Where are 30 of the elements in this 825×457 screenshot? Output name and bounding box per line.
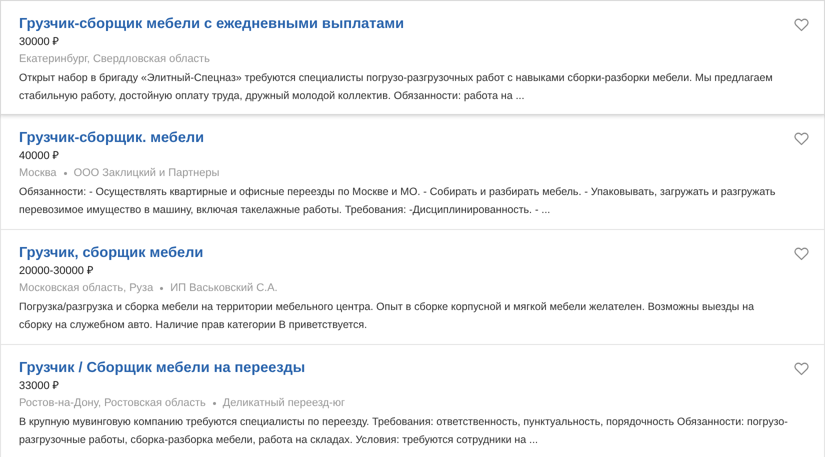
favorite-heart-icon[interactable] xyxy=(793,360,810,377)
company-text: ООО Заклицкий и Партнеры xyxy=(74,166,220,181)
location-text: Ростов-на-Дону, Ростовская область xyxy=(19,396,206,411)
vacancy-card[interactable] xyxy=(0,0,825,115)
vacancy-description: Обязанности: - Осуществлять квартирные и офисные переезды по Москве и МО. - Собирать и разбирать мебель. - Упаковывать, загружать и разгружать перевозимое имущество в машину, включая такелажные работы. Требования: -Дисциплинированность. - ... xyxy=(19,185,776,218)
separator-dot-icon xyxy=(64,172,67,175)
location-text: Московская область, Руза xyxy=(19,281,154,296)
vacancy-description: Погрузка/разгрузка и сборка мебели на территории мебельного центра. Опыт в сборке корпусной и мягкой мебели желателен. Возможны выезды на сборку на служебном авто. Наличие прав категории В приветствуется. xyxy=(19,300,755,333)
salary-text: 30000 ₽ xyxy=(19,35,60,50)
company-text: ИП Васьковский С.А. xyxy=(170,281,278,296)
vacancy-card[interactable] xyxy=(0,345,825,457)
vacancy-title[interactable]: Грузчик-сборщик. мебели xyxy=(19,128,204,148)
vacancy-title[interactable]: Грузчик-сборщик мебели с ежедневными выплатами xyxy=(19,14,404,34)
vacancy-title[interactable]: Грузчик / Сборщик мебели на переезды xyxy=(19,358,306,378)
separator-dot-icon xyxy=(212,402,216,405)
location-text: Москва xyxy=(19,166,57,181)
vacancy-description: В крупную мувинговую компанию требуются специалисты по переезду. Требования: ответственность, пунктуальность, порядочность Обязанности: погрузо-разгрузочные работы, сборка-разборка мебели, работа на складах. Условия: требуются сотрудники на ... xyxy=(19,415,789,448)
separator-dot-icon xyxy=(160,287,164,290)
vacancy-card[interactable] xyxy=(0,230,825,345)
vacancy-title[interactable]: Грузчик, сборщик мебели xyxy=(19,243,204,263)
favorite-heart-icon[interactable] xyxy=(793,130,810,147)
location-text: Екатеринбург, Свердловская область xyxy=(19,52,210,67)
favorite-heart-icon[interactable] xyxy=(793,245,810,262)
favorite-heart-icon[interactable] xyxy=(793,16,810,33)
salary-text: 20000-30000 ₽ xyxy=(19,264,94,279)
salary-text: 33000 ₽ xyxy=(19,379,60,394)
vacancy-description: Открыт набор в бригаду «Элитный-Спецназ» требуются специалисты погрузо-разгрузочных работ с навыками сборки-разборки мебели. Мы предлагаем стабильную работу, достойную оплату труда, дружный молодой коллектив. Обязанности: работа на ... xyxy=(19,71,774,104)
company-text: Деликатный переезд-юг xyxy=(222,396,346,411)
salary-text: 40000 ₽ xyxy=(19,149,60,164)
vacancy-card[interactable] xyxy=(0,115,825,230)
